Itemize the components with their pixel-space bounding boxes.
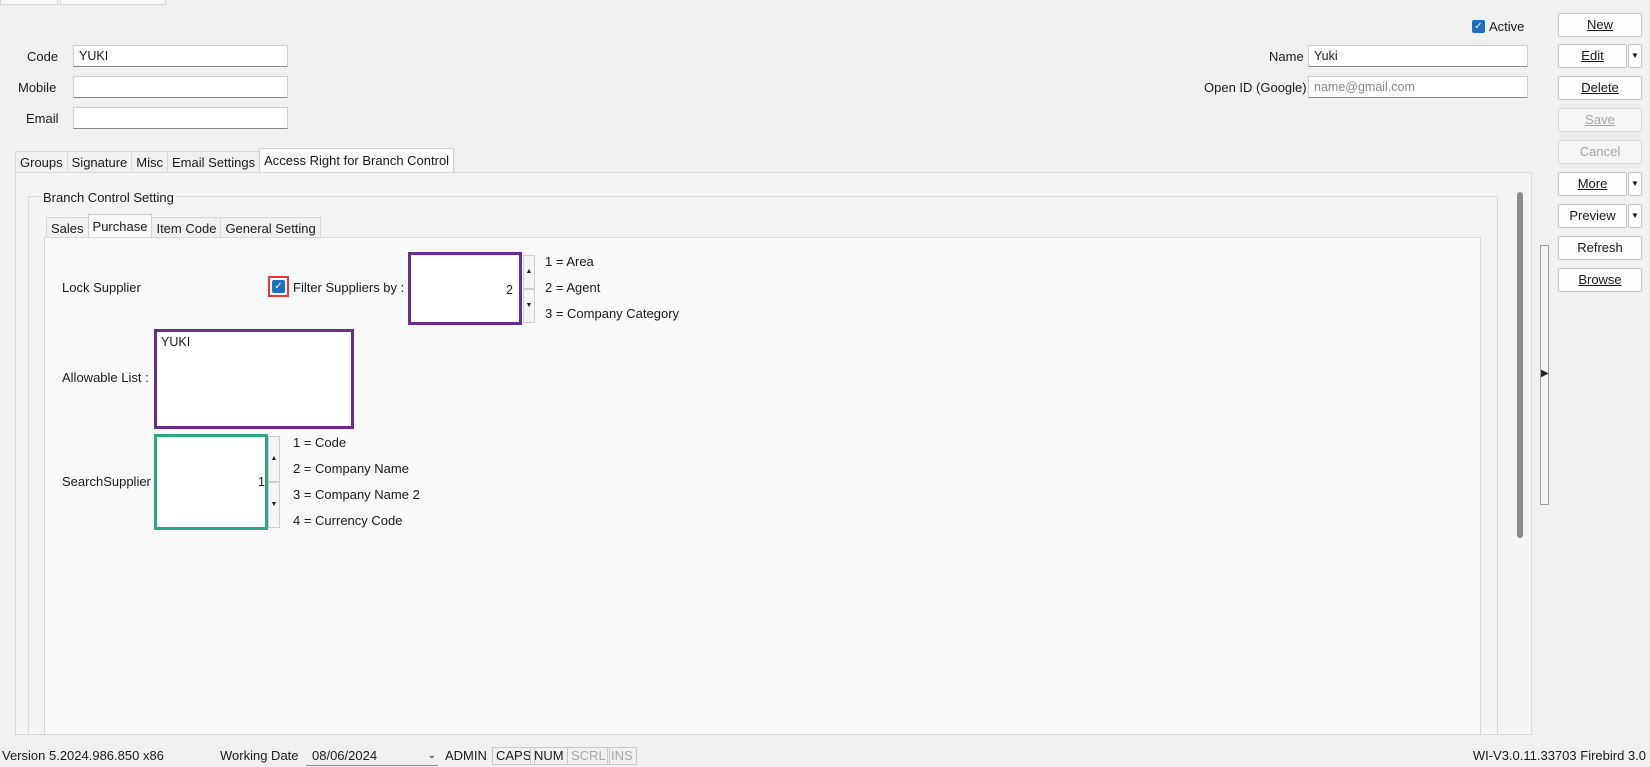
filter-spin-up[interactable]: ▲ xyxy=(523,255,535,289)
window-tab-left[interactable] xyxy=(0,0,58,5)
filter-option-1: 1 = Area xyxy=(545,254,594,269)
openid-field[interactable]: name@gmail.com xyxy=(1308,76,1528,98)
search-supplier-value: 1 xyxy=(258,475,265,489)
filter-suppliers-spin[interactable]: 2 xyxy=(408,252,522,325)
tab-general-setting[interactable]: General Setting xyxy=(220,217,321,239)
tab-misc[interactable]: Misc xyxy=(131,151,169,173)
tab-signature[interactable]: Signature xyxy=(66,151,133,173)
tab-purchase[interactable]: Purchase xyxy=(87,214,153,239)
active-checkbox[interactable]: ✓ xyxy=(1472,20,1485,33)
email-field[interactable] xyxy=(73,107,288,129)
openid-placeholder: name@gmail.com xyxy=(1314,80,1415,94)
main-tabs: Groups Signature Misc Email Settings Acc… xyxy=(15,148,455,173)
tab-sales[interactable]: Sales xyxy=(46,217,89,239)
filter-option-2: 2 = Agent xyxy=(545,280,601,295)
more-dropdown-icon[interactable]: ▼ xyxy=(1628,172,1642,196)
edit-dropdown-icon[interactable]: ▼ xyxy=(1628,44,1642,68)
mobile-field[interactable] xyxy=(73,76,288,98)
refresh-button[interactable]: Refresh xyxy=(1558,236,1642,260)
tab-access-right[interactable]: Access Right for Branch Control xyxy=(259,148,455,173)
name-field[interactable]: Yuki xyxy=(1308,45,1528,67)
filter-spin-down[interactable]: ▼ xyxy=(523,289,535,323)
date-dropdown-icon[interactable]: ⌄ xyxy=(428,747,436,765)
lock-supplier-label: Lock Supplier xyxy=(62,280,141,295)
search-spin-down[interactable]: ▼ xyxy=(268,482,280,528)
indicator-num: NUM xyxy=(530,747,568,765)
email-label: Email xyxy=(26,111,59,126)
code-label: Code xyxy=(27,49,59,64)
indicator-ins: INS xyxy=(607,747,637,765)
version-text: Version 5.2024.986.850 x86 xyxy=(2,748,164,763)
browse-button[interactable]: Browse xyxy=(1558,268,1642,292)
preview-button[interactable]: Preview xyxy=(1558,204,1627,228)
working-date-value: 08/06/2024 xyxy=(312,748,378,763)
code-field[interactable]: YUKI xyxy=(73,45,288,67)
search-option-4: 4 = Currency Code xyxy=(293,513,403,528)
build-text: WI-V3.0.11.33703 Firebird 3.0 xyxy=(1472,748,1646,763)
edit-button[interactable]: Edit xyxy=(1558,44,1627,68)
search-option-3: 3 = Company Name 2 xyxy=(293,487,420,502)
window-tab-right[interactable] xyxy=(60,0,166,5)
indicator-caps: CAPS xyxy=(492,747,536,765)
active-label: Active xyxy=(1489,19,1525,34)
preview-dropdown-icon[interactable]: ▼ xyxy=(1628,204,1642,228)
search-spin-up[interactable]: ▲ xyxy=(268,436,280,482)
branch-tabs: Sales Purchase Item Code General Setting xyxy=(46,214,321,239)
search-supplier-label: SearchSupplier xyxy=(62,474,151,489)
filter-suppliers-value: 2 xyxy=(506,283,513,297)
delete-button[interactable]: Delete xyxy=(1558,76,1642,100)
collapse-arrow-icon[interactable]: ▶ xyxy=(1541,368,1549,379)
name-label: Name xyxy=(1269,49,1304,64)
search-supplier-spin[interactable]: 1 xyxy=(154,434,268,530)
allowable-list-value: YUKI xyxy=(161,335,191,349)
save-button[interactable]: Save xyxy=(1558,108,1642,132)
working-date-label: Working Date xyxy=(220,748,299,763)
cancel-button[interactable]: Cancel xyxy=(1558,140,1642,164)
new-button[interactable]: New xyxy=(1558,13,1642,37)
openid-label: Open ID (Google) xyxy=(1204,80,1307,95)
panel-scrollbar-thumb[interactable] xyxy=(1517,192,1523,538)
lock-supplier-checkbox[interactable]: ✓ xyxy=(272,280,285,293)
mobile-label: Mobile xyxy=(18,80,57,95)
filter-suppliers-label: Filter Suppliers by : xyxy=(293,280,405,295)
search-option-1: 1 = Code xyxy=(293,435,347,450)
indicator-admin: ADMIN xyxy=(445,748,487,763)
indicator-scrl: SCRL xyxy=(567,747,610,765)
filter-option-3: 3 = Company Category xyxy=(545,306,680,321)
branch-control-title: Branch Control Setting xyxy=(41,190,176,206)
search-option-2: 2 = Company Name xyxy=(293,461,409,476)
tab-item-code[interactable]: Item Code xyxy=(151,217,222,239)
tab-email-settings[interactable]: Email Settings xyxy=(167,151,261,173)
tab-groups[interactable]: Groups xyxy=(15,151,68,173)
more-button[interactable]: More xyxy=(1558,172,1627,196)
allowable-list-label: Allowable List : xyxy=(62,370,149,385)
working-date-field[interactable]: 08/06/2024 ⌄ xyxy=(306,747,438,766)
allowable-list-field[interactable]: YUKI xyxy=(154,329,354,429)
